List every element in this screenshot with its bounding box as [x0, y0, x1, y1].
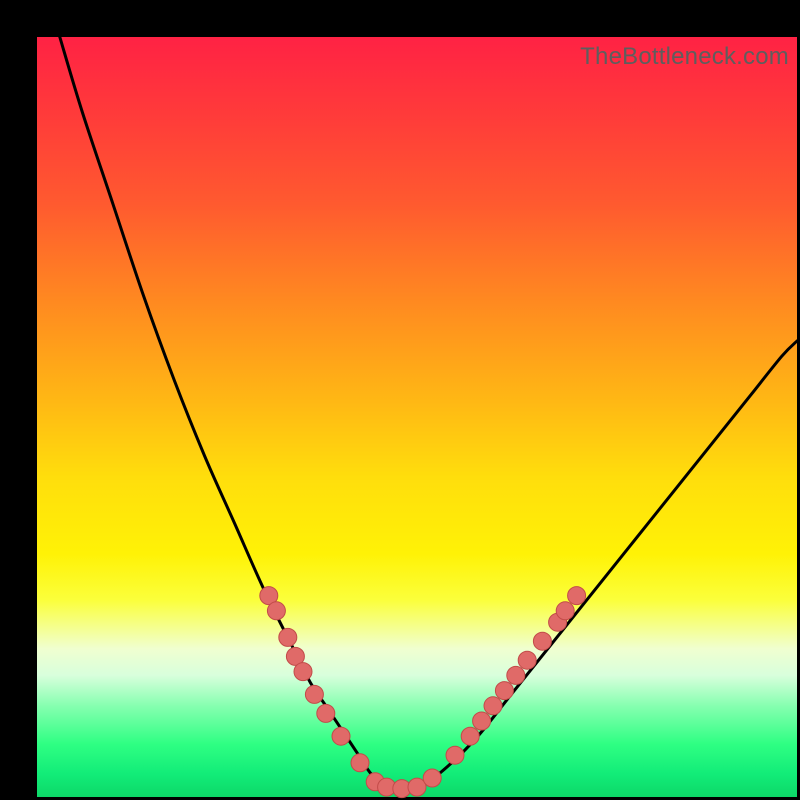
curve-marker	[507, 666, 525, 684]
curve-marker	[294, 663, 312, 681]
curve-marker	[461, 727, 479, 745]
marker-group	[260, 587, 586, 798]
plot-area: TheBottleneck.com	[37, 37, 797, 797]
curve-layer	[37, 37, 797, 797]
curve-marker	[446, 746, 464, 764]
curve-marker	[332, 727, 350, 745]
curve-marker	[556, 602, 574, 620]
curve-marker	[351, 754, 369, 772]
chart-frame: TheBottleneck.com	[0, 0, 800, 800]
curve-marker	[305, 685, 323, 703]
curve-marker	[495, 682, 513, 700]
curve-marker	[484, 697, 502, 715]
curve-marker	[518, 651, 536, 669]
curve-marker	[473, 712, 491, 730]
bottleneck-curve	[60, 37, 797, 792]
curve-marker	[423, 769, 441, 787]
curve-marker	[568, 587, 586, 605]
curve-marker	[317, 704, 335, 722]
curve-marker	[267, 602, 285, 620]
curve-marker	[533, 632, 551, 650]
curve-marker	[279, 628, 297, 646]
